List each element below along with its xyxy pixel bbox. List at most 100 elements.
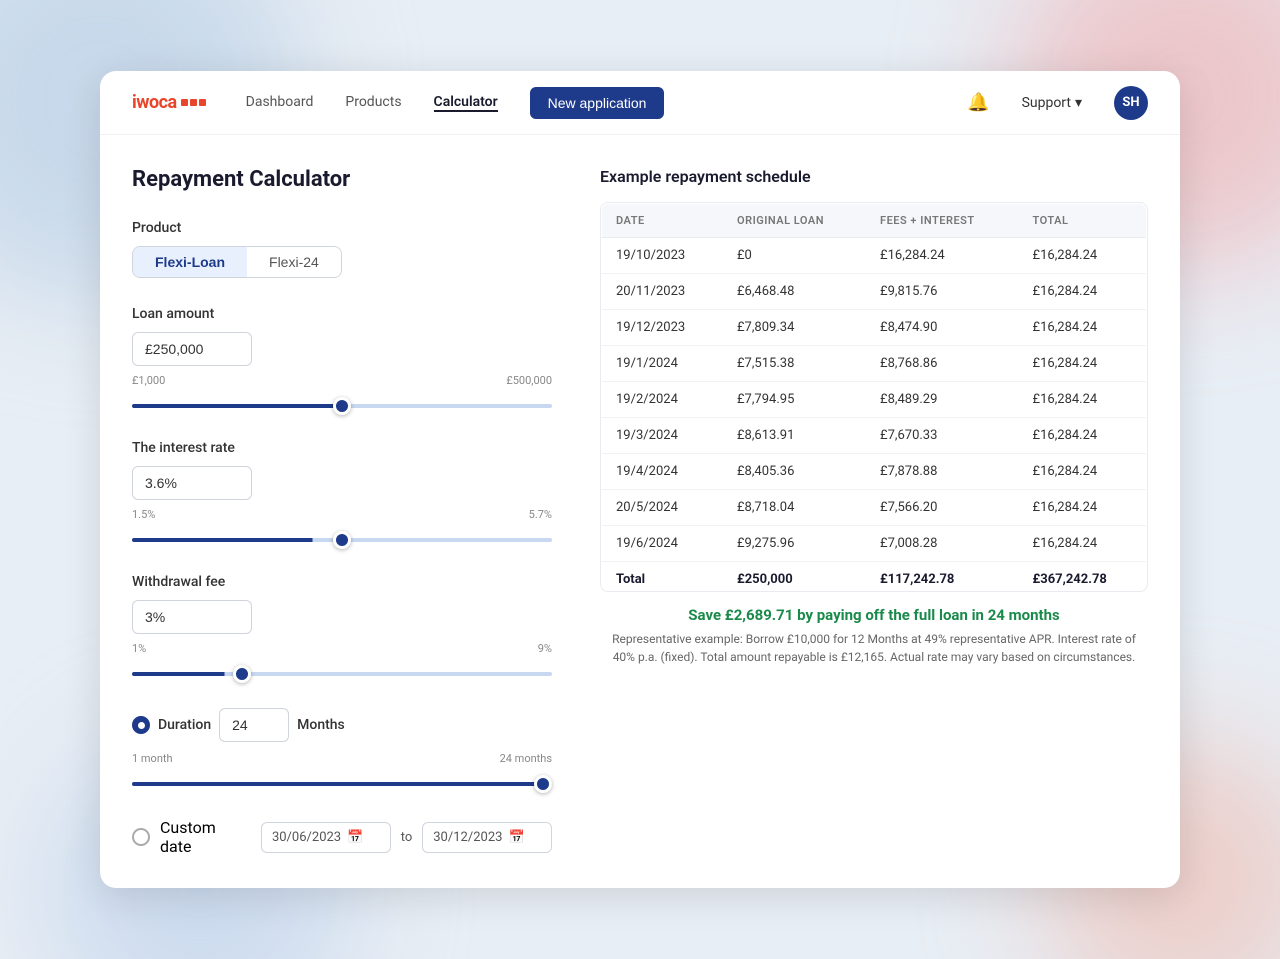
- table-row: 19/2/2024 £7,794.95 £8,489.29 £16,284.24: [602, 382, 1147, 418]
- withdrawal-fee-input[interactable]: [132, 600, 252, 634]
- cell-date: 19/12/2023: [602, 310, 724, 346]
- cell-original: £9,275.96: [723, 526, 866, 562]
- nav-calculator[interactable]: Calculator: [434, 94, 498, 112]
- calendar-from-icon[interactable]: 📅: [347, 830, 363, 845]
- custom-date-row: Custom date 30/06/2023 📅 to 30/12/2023 📅: [132, 818, 552, 856]
- total-total: £367,242.78: [1019, 562, 1147, 593]
- support-menu[interactable]: Support ▾: [1022, 95, 1082, 111]
- withdrawal-min-label: 1%: [132, 642, 146, 655]
- representative-example: Representative example: Borrow £10,000 f…: [600, 630, 1148, 666]
- cell-fees: £8,474.90: [866, 310, 1019, 346]
- cell-fees: £7,008.28: [866, 526, 1019, 562]
- bell-icon[interactable]: 🔔: [967, 92, 989, 113]
- months-label: Months: [297, 717, 345, 733]
- left-panel: Repayment Calculator Product Flexi-Loan …: [132, 167, 552, 856]
- total-label: Total: [602, 562, 724, 593]
- cell-total: £16,284.24: [1019, 346, 1147, 382]
- cell-date: 19/6/2024: [602, 526, 724, 562]
- date-from-value: 30/06/2023: [272, 830, 341, 845]
- interest-rate-label: The interest rate: [132, 440, 235, 456]
- table-row: 20/5/2024 £8,718.04 £7,566.20 £16,284.24: [602, 490, 1147, 526]
- nav-products[interactable]: Products: [345, 94, 401, 112]
- loan-max-label: £500,000: [506, 374, 552, 387]
- duration-slider[interactable]: [132, 782, 552, 786]
- withdrawal-fee-slider[interactable]: [132, 672, 552, 676]
- logo-text: iwoca: [132, 92, 177, 113]
- table-row: 20/11/2023 £6,468.48 £9,815.76 £16,284.2…: [602, 274, 1147, 310]
- custom-date-radio[interactable]: [132, 828, 150, 846]
- loan-amount-slider[interactable]: [132, 404, 552, 408]
- loan-min-label: £1,000: [132, 374, 165, 387]
- loan-amount-input[interactable]: £250,000: [132, 332, 252, 366]
- logo: iwoca: [132, 92, 206, 113]
- total-row: Total £250,000 £117,242.78 £367,242.78: [602, 562, 1147, 593]
- col-original: ORIGINAL LOAN: [723, 204, 866, 238]
- new-application-button[interactable]: New application: [530, 87, 665, 119]
- table-row: 19/1/2024 £7,515.38 £8,768.86 £16,284.24: [602, 346, 1147, 382]
- withdrawal-fee-label: Withdrawal fee: [132, 574, 225, 590]
- avatar[interactable]: SH: [1114, 86, 1148, 120]
- product-toggle: Flexi-Loan Flexi-24: [132, 246, 342, 278]
- cell-fees: £8,768.86: [866, 346, 1019, 382]
- cell-total: £16,284.24: [1019, 454, 1147, 490]
- cell-date: 19/2/2024: [602, 382, 724, 418]
- duration-input[interactable]: [219, 708, 289, 742]
- duration-max-label: 24 months: [500, 752, 552, 765]
- duration-label: Duration: [158, 717, 211, 733]
- cell-date: 20/5/2024: [602, 490, 724, 526]
- cell-original: £8,718.04: [723, 490, 866, 526]
- flexi-24-toggle[interactable]: Flexi-24: [247, 247, 341, 277]
- cell-fees: £9,815.76: [866, 274, 1019, 310]
- interest-rate-input[interactable]: [132, 466, 252, 500]
- nav-dashboard[interactable]: Dashboard: [246, 94, 314, 112]
- cell-fees: £8,489.29: [866, 382, 1019, 418]
- repayment-table: DATE ORIGINAL LOAN FEES + INTEREST TOTAL…: [601, 203, 1147, 592]
- support-label: Support: [1022, 95, 1071, 111]
- date-from-input[interactable]: 30/06/2023 📅: [261, 822, 391, 853]
- total-fees: £117,242.78: [866, 562, 1019, 593]
- cell-total: £16,284.24: [1019, 526, 1147, 562]
- cell-date: 19/10/2023: [602, 238, 724, 274]
- withdrawal-fee-row: Withdrawal fee 1% 9%: [132, 574, 552, 680]
- cell-total: £16,284.24: [1019, 310, 1147, 346]
- content-area: Repayment Calculator Product Flexi-Loan …: [100, 135, 1180, 888]
- interest-max-label: 5.7%: [529, 508, 552, 521]
- cell-total: £16,284.24: [1019, 490, 1147, 526]
- table-row: 19/6/2024 £9,275.96 £7,008.28 £16,284.24: [602, 526, 1147, 562]
- calendar-to-icon[interactable]: 📅: [508, 830, 524, 845]
- cell-fees: £7,878.88: [866, 454, 1019, 490]
- flexi-loan-toggle[interactable]: Flexi-Loan: [133, 247, 247, 277]
- duration-radio[interactable]: [132, 716, 150, 734]
- col-date: DATE: [602, 204, 724, 238]
- repayment-table-wrapper[interactable]: DATE ORIGINAL LOAN FEES + INTEREST TOTAL…: [600, 202, 1148, 592]
- interest-rate-slider[interactable]: [132, 538, 552, 542]
- custom-date-label: Custom date: [160, 818, 251, 856]
- cell-original: £0: [723, 238, 866, 274]
- logo-sq3: [199, 99, 206, 106]
- date-to-input[interactable]: 30/12/2023 📅: [422, 822, 552, 853]
- logo-icon: [181, 99, 206, 106]
- cell-fees: £7,566.20: [866, 490, 1019, 526]
- cell-date: 20/11/2023: [602, 274, 724, 310]
- cell-date: 19/3/2024: [602, 418, 724, 454]
- save-text: Save £2,689.71 by paying off the full lo…: [600, 606, 1148, 624]
- cell-original: £7,809.34: [723, 310, 866, 346]
- interest-min-label: 1.5%: [132, 508, 155, 521]
- cell-original: £6,468.48: [723, 274, 866, 310]
- chevron-down-icon: ▾: [1075, 95, 1082, 111]
- cell-date: 19/4/2024: [602, 454, 724, 490]
- duration-min-label: 1 month: [132, 752, 173, 765]
- cell-fees: £16,284.24: [866, 238, 1019, 274]
- loan-amount-row: Loan amount £250,000 £1,000 £500,000: [132, 306, 552, 412]
- cell-date: 19/1/2024: [602, 346, 724, 382]
- table-row: 19/4/2024 £8,405.36 £7,878.88 £16,284.24: [602, 454, 1147, 490]
- logo-sq2: [190, 99, 197, 106]
- cell-total: £16,284.24: [1019, 238, 1147, 274]
- cell-original: £8,405.36: [723, 454, 866, 490]
- withdrawal-max-label: 9%: [538, 642, 552, 655]
- table-row: 19/12/2023 £7,809.34 £8,474.90 £16,284.2…: [602, 310, 1147, 346]
- interest-rate-row: The interest rate 1.5% 5.7%: [132, 440, 552, 546]
- cell-fees: £7,670.33: [866, 418, 1019, 454]
- date-to-label: to: [401, 830, 413, 845]
- duration-row: Duration Months 1 month 24 months: [132, 708, 552, 790]
